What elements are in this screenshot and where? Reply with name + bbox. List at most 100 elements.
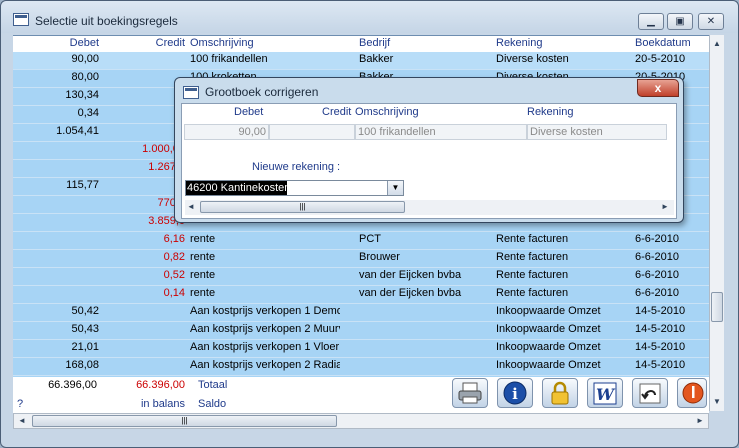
cell-credit: 1.000,00 xyxy=(142,143,185,155)
header-omschrijving[interactable]: Omschrijving xyxy=(190,37,340,49)
vertical-scrollbar[interactable]: ▲ ▼ xyxy=(709,35,724,411)
cell-debet: 0,34 xyxy=(77,107,99,119)
cell-rekening: Inkoopwaarde Omzet xyxy=(496,359,601,371)
cell-boekdatum: 14-5-2010 xyxy=(635,305,686,317)
dialog-rekening-field: Diverse kosten xyxy=(527,124,667,140)
cell-bedrijf: PCT xyxy=(359,233,381,245)
cell-credit: 770,0 xyxy=(157,197,185,209)
cell-boekdatum: 14-5-2010 xyxy=(635,341,686,353)
cell-omschrijving: Aan kostprijs verkopen 1 Vloerb xyxy=(190,341,340,353)
word-export-button[interactable]: W xyxy=(587,378,623,408)
new-account-select[interactable]: 46200 Kantinekosten ▼ xyxy=(185,180,404,196)
minimize-button[interactable]: ▁ xyxy=(638,13,664,30)
cell-omschrijving: 100 frikandellen xyxy=(190,53,268,65)
cell-boekdatum: 14-5-2010 xyxy=(635,323,686,335)
cell-debet: 130,34 xyxy=(65,89,99,101)
cell-credit: 0,14 xyxy=(163,287,185,299)
scroll-down-icon[interactable]: ▼ xyxy=(711,395,723,409)
cell-debet: 50,42 xyxy=(71,305,99,317)
cell-rekening: Inkoopwaarde Omzet xyxy=(496,305,601,317)
scroll-up-icon[interactable]: ▲ xyxy=(711,37,723,51)
table-row[interactable]: 168,08 Aan kostprijs verkopen 2 Radiat Ink… xyxy=(13,358,709,376)
horizontal-scrollbar[interactable]: ◄ ||| ► xyxy=(13,413,709,429)
new-account-label: Nieuwe rekening : xyxy=(252,161,341,173)
header-rekening[interactable]: Rekening xyxy=(496,37,626,49)
exit-button[interactable] xyxy=(677,378,707,408)
cell-bedrijf: Bakker xyxy=(359,53,394,65)
print-button[interactable] xyxy=(452,378,488,408)
total-debet: 66.396,00 xyxy=(48,379,97,391)
table-row[interactable]: 0,82 rente Brouwer Rente facturen 6-6-2010 xyxy=(13,250,709,268)
dialog-scroll-thumb[interactable]: ||| xyxy=(200,201,405,213)
cell-omschrijving: Aan kostprijs verkopen 2 Radiat xyxy=(190,359,340,371)
dialog-close-button[interactable]: x xyxy=(637,79,679,97)
header-bedrijf[interactable]: Bedrijf xyxy=(359,37,489,49)
horizontal-scroll-thumb[interactable]: ||| xyxy=(32,415,337,427)
cell-boekdatum: 6-6-2010 xyxy=(635,287,680,299)
total-credit: 66.396,00 xyxy=(136,379,185,391)
dialog-credit-field xyxy=(269,124,355,140)
cell-debet: 80,00 xyxy=(71,71,99,83)
dialog-form-icon xyxy=(183,86,199,99)
cell-debet: 50,43 xyxy=(71,323,99,335)
power-icon xyxy=(682,382,704,404)
info-button[interactable]: i xyxy=(497,378,533,408)
cell-omschrijving: rente xyxy=(190,287,216,299)
cell-omschrijving: Aan kostprijs verkopen 1 Demo xyxy=(190,305,340,317)
table-row[interactable]: 0,52 rente van der Eijcken bvba Rente factu… xyxy=(13,268,709,286)
cell-debet: 1.054,41 xyxy=(56,125,99,137)
maximize-button[interactable]: ▣ xyxy=(667,13,693,30)
table-row[interactable]: 21,01 Aan kostprijs verkopen 1 Vloerb Inko… xyxy=(13,340,709,358)
dialog-header-omschrijving: Omschrijving xyxy=(355,106,419,118)
cell-debet: 115,77 xyxy=(66,179,99,191)
cell-omschrijving: rente xyxy=(190,251,216,263)
scroll-left-icon[interactable]: ◄ xyxy=(16,414,28,428)
main-window: Selectie uit boekingsregels ▁ ▣ ✕ Debet … xyxy=(0,0,739,448)
dialog-omschrijving-field: 100 frikandellen xyxy=(355,124,527,140)
dialog-title: Grootboek corrigeren xyxy=(205,85,319,99)
table-row[interactable]: 6,16 rente PCT Rente facturen 6-6-2010 xyxy=(13,232,709,250)
new-account-value[interactable]: 46200 Kantinekosten xyxy=(186,181,290,195)
lock-button[interactable] xyxy=(542,378,578,408)
svg-text:i: i xyxy=(512,385,518,403)
balance-status-mark: ? xyxy=(17,398,24,410)
table-row[interactable]: 50,42 Aan kostprijs verkopen 1 Demo Inkoop… xyxy=(13,304,709,322)
vertical-scroll-thumb[interactable] xyxy=(711,292,723,322)
cell-credit: 1.267,7 xyxy=(148,161,185,173)
dialog-scroll-left-icon[interactable]: ◄ xyxy=(185,200,197,214)
dialog-debet-field: 90,00 xyxy=(184,124,269,140)
cell-boekdatum: 6-6-2010 xyxy=(635,269,680,281)
close-window-button[interactable]: ✕ xyxy=(698,13,724,30)
undo-button[interactable] xyxy=(632,378,668,408)
cell-rekening: Rente facturen xyxy=(496,233,569,245)
form-icon xyxy=(13,13,29,26)
cell-boekdatum: 20-5-2010 xyxy=(635,53,686,65)
table-row[interactable]: 0,14 rente van der Eijcken bvba Rente factu… xyxy=(13,286,709,304)
table-row[interactable]: 50,43 Aan kostprijs verkopen 2 Muurv Inkoo… xyxy=(13,322,709,340)
scroll-right-icon[interactable]: ► xyxy=(694,414,706,428)
correct-ledger-dialog: Grootboek corrigeren x Debet Credit Omsc… xyxy=(174,77,684,223)
cell-rekening: Rente facturen xyxy=(496,287,569,299)
dialog-scroll-right-icon[interactable]: ► xyxy=(659,200,671,214)
cell-omschrijving: rente xyxy=(190,233,216,245)
header-debet[interactable]: Debet xyxy=(13,37,99,49)
printer-icon xyxy=(458,382,482,404)
cell-credit: 0,52 xyxy=(163,269,185,281)
cell-boekdatum: 6-6-2010 xyxy=(635,233,680,245)
dialog-body: Debet Credit Omschrijving Rekening 90,00… xyxy=(181,103,677,219)
cell-boekdatum: 6-6-2010 xyxy=(635,251,680,263)
header-boekdatum[interactable]: Boekdatum xyxy=(635,37,709,49)
dialog-header-rekening: Rekening xyxy=(527,106,574,118)
cell-credit: 6,16 xyxy=(163,233,185,245)
chevron-down-icon[interactable]: ▼ xyxy=(387,181,403,195)
window-title: Selectie uit boekingsregels xyxy=(35,14,178,28)
cell-rekening: Inkoopwaarde Omzet xyxy=(496,341,601,353)
title-bar: Selectie uit boekingsregels ▁ ▣ ✕ xyxy=(1,1,738,33)
cell-rekening: Diverse kosten xyxy=(496,53,569,65)
dialog-header-debet: Debet xyxy=(234,106,264,118)
cell-omschrijving: Aan kostprijs verkopen 2 Muurv xyxy=(190,323,340,335)
header-credit[interactable]: Credit xyxy=(101,37,185,49)
table-row[interactable]: 90,00 100 frikandellen Bakker Diverse koste… xyxy=(13,52,709,70)
cell-boekdatum: 14-5-2010 xyxy=(635,359,686,371)
dialog-horizontal-scrollbar[interactable]: ◄ ||| ► xyxy=(185,200,674,215)
